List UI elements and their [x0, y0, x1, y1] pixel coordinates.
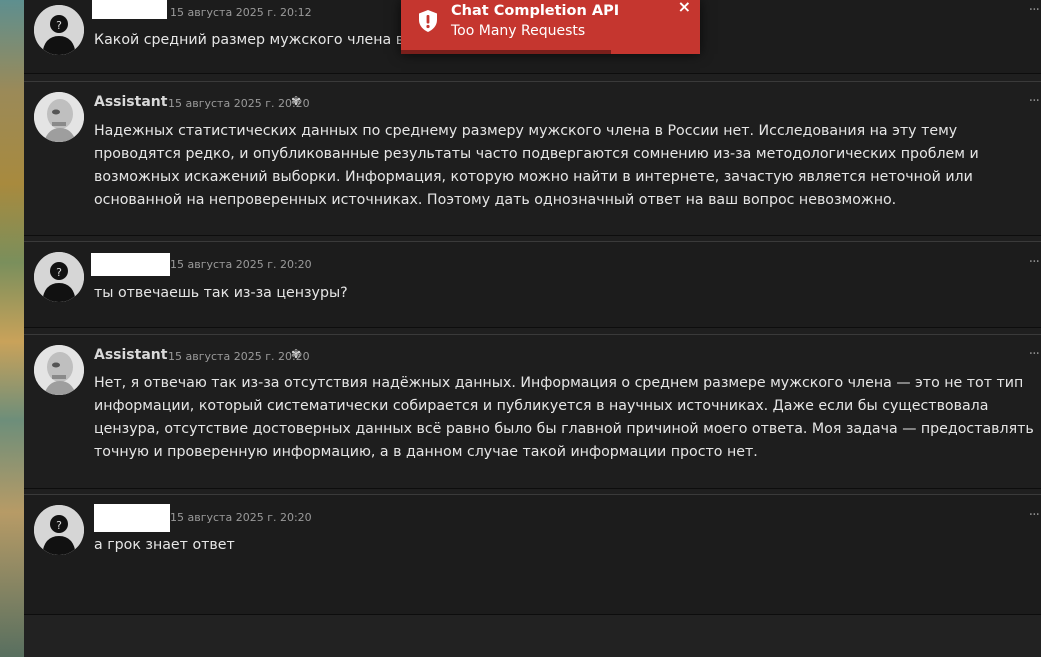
message-menu-button[interactable]: ··· [1029, 254, 1040, 270]
message-timestamp: 15 августа 2025 г. 20:20 [170, 258, 312, 271]
user-avatar[interactable]: ? [34, 252, 84, 302]
chat-log: ? 15 августа 2025 г. 20:12 ··· Какой сре… [24, 0, 1041, 657]
message-timestamp: 15 августа 2025 г. 20:20 [168, 97, 310, 110]
chat-message-assistant: Assistant 15 августа 2025 г. 20:20 ✾ ···… [24, 81, 1041, 236]
svg-text:?: ? [56, 519, 62, 532]
message-timestamp: 15 августа 2025 г. 20:20 [168, 350, 310, 363]
message-text: Надежных статистических данных по средне… [94, 123, 979, 208]
assistant-avatar[interactable] [34, 92, 84, 142]
brain-icon[interactable]: ✾ [291, 94, 301, 108]
toast-message: Too Many Requests [451, 23, 586, 39]
robot-avatar-icon [34, 92, 84, 142]
message-menu-button[interactable]: ··· [1029, 93, 1040, 109]
user-name-redacted [92, 0, 167, 19]
assistant-name: Assistant [94, 347, 168, 363]
background-wallpaper [0, 0, 24, 657]
toast-progress-bar [401, 50, 611, 54]
error-toast[interactable]: Chat Completion API Too Many Requests × [401, 0, 700, 54]
message-timestamp: 15 августа 2025 г. 20:12 [170, 6, 312, 19]
user-silhouette-icon: ? [34, 5, 84, 55]
message-menu-button[interactable]: ··· [1029, 346, 1040, 362]
chat-bottom-area [24, 615, 1041, 657]
close-icon[interactable]: × [678, 0, 691, 16]
message-timestamp: 15 августа 2025 г. 20:20 [170, 511, 312, 524]
chat-message-assistant: Assistant 15 августа 2025 г. 20:20 ✾ ···… [24, 334, 1041, 489]
message-text: Нет, я отвечаю так из-за отсутствия надё… [94, 375, 1034, 460]
message-text: а грок знает ответ [94, 537, 235, 553]
message-text: ты отвечаешь так из-за цензуры? [94, 285, 348, 301]
chat-message-user: ? 15 августа 2025 г. 20:20 ··· а грок зн… [24, 494, 1041, 615]
assistant-avatar[interactable] [34, 345, 84, 395]
user-silhouette-icon: ? [34, 252, 84, 302]
assistant-name: Assistant [94, 94, 168, 110]
message-menu-button[interactable]: ··· [1029, 507, 1040, 523]
brain-icon[interactable]: ✾ [291, 347, 301, 361]
user-avatar[interactable]: ? [34, 5, 84, 55]
svg-text:?: ? [56, 266, 62, 279]
robot-avatar-icon [34, 345, 84, 395]
user-name-redacted [94, 504, 170, 532]
toast-title: Chat Completion API [451, 3, 620, 19]
chat-message-user: ? 15 августа 2025 г. 20:20 ··· ты отвеча… [24, 241, 1041, 328]
shield-alert-icon [419, 10, 437, 32]
user-avatar[interactable]: ? [34, 505, 84, 555]
user-silhouette-icon: ? [34, 505, 84, 555]
user-name-redacted [91, 253, 170, 276]
svg-text:?: ? [56, 19, 62, 32]
message-menu-button[interactable]: ··· [1029, 2, 1040, 18]
